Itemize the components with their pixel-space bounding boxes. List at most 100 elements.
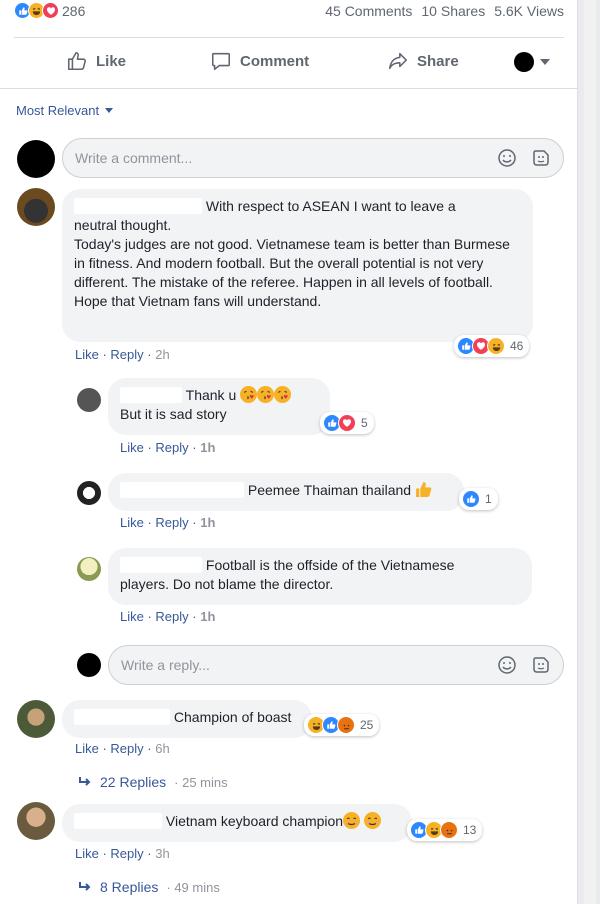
love-reaction-icon [338,414,356,432]
comment-actions: Like · Reply · 1h [120,609,216,624]
comments-count-link[interactable]: 45 Comments [325,3,412,19]
comment-input[interactable]: Write a comment... [62,138,564,178]
reply-placeholder: Write a reply... [121,657,210,673]
smile-emoji-icon [343,812,360,829]
scrollbar[interactable] [584,0,596,904]
sticker-icon[interactable] [531,148,551,168]
replies-time: 49 mins [174,879,220,895]
avatar [77,653,101,677]
timestamp[interactable]: 1h [200,515,215,530]
share-arrow-icon [388,52,408,70]
reply-link[interactable]: Reply [110,846,143,861]
kiss-emoji-icon [240,386,257,403]
sort-label: Most Relevant [16,103,100,118]
emoji-icon[interactable] [497,655,517,675]
post-stats: 286 45 Comments 10 Shares 5.6K Views [14,2,564,24]
commenter-name[interactable] [74,709,170,725]
comment-text: Vietnam keyboard champion [165,813,344,829]
comment-actions: Like · Reply · 1h [120,515,216,530]
timestamp[interactable]: 1h [200,440,215,455]
reply-link[interactable]: Reply [110,741,143,756]
comment-text: Thank u [185,387,237,403]
views-count: 5.6K Views [494,3,564,19]
replies-count: 8 Replies [100,879,159,895]
reaction-badge[interactable]: 1 [459,488,498,510]
divider [14,37,564,38]
avatar [17,140,55,178]
reaction-badge[interactable]: 46 [454,335,530,357]
chevron-down-icon [540,59,550,65]
avatar [77,388,101,412]
comment-bubble: Champion of boast [62,700,312,738]
commenter-name[interactable] [74,813,162,829]
haha-reaction-icon [487,337,505,355]
reaction-badge[interactable]: 13 [407,819,483,841]
comment-bubble: Vietnam keyboard champion [62,804,412,842]
reply-link[interactable]: Reply [155,609,188,624]
sort-dropdown[interactable]: Most Relevant [16,103,114,118]
view-replies-link[interactable]: 8 Replies · 49 mins [78,879,220,895]
reaction-badge[interactable]: 25 [304,714,380,736]
speech-bubble-icon [211,52,231,71]
reaction-count: 5 [361,416,368,430]
comment-text-continued: But it is sad story [120,406,227,422]
comment-text-continued: players. Do not blame the director. [120,576,334,592]
kiss-emoji-icon [274,386,291,403]
reply-link[interactable]: Reply [110,347,143,362]
view-replies-link[interactable]: 22 Replies · 25 mins [78,774,228,790]
share-label: Share [417,52,459,70]
commenter-name[interactable] [120,482,244,498]
shares-count-link[interactable]: 10 Shares [421,3,485,19]
like-link[interactable]: Like [120,440,144,455]
smile-emoji-icon [364,812,381,829]
thumbs-up-icon [67,51,86,71]
like-link[interactable]: Like [75,846,99,861]
comment-button[interactable]: Comment [210,50,309,72]
sticker-icon[interactable] [531,655,551,675]
post-card: 286 45 Comments 10 Shares 5.6K Views Lik… [0,0,578,904]
replies-count: 22 Replies [100,774,167,790]
share-button[interactable]: Share [387,50,459,72]
reply-link[interactable]: Reply [155,515,188,530]
chevron-down-icon [105,108,114,113]
emoji-icon[interactable] [497,148,517,168]
comment-bubble: Football is the offside of the Vietnames… [108,548,532,605]
like-button[interactable]: Like [66,50,126,72]
like-link[interactable]: Like [120,515,144,530]
avatar [77,481,101,505]
timestamp[interactable]: 2h [155,347,169,362]
reply-link[interactable]: Reply [155,440,188,455]
like-link[interactable]: Like [75,347,99,362]
reaction-summary[interactable]: 286 [14,2,85,19]
avatar [514,52,534,72]
comment-actions: Like · Reply · 2h [75,347,170,362]
reaction-count: 46 [510,339,524,353]
timestamp[interactable]: 3h [155,846,169,861]
thumbs-up-emoji-icon [415,481,432,498]
like-reaction-icon [462,490,480,508]
avatar [17,188,55,226]
like-link[interactable]: Like [75,741,99,756]
like-link[interactable]: Like [120,609,144,624]
divider [0,88,578,89]
comment-label: Comment [240,52,310,70]
reply-arrow-icon [79,777,91,786]
comment-actions: Like · Reply · 6h [75,741,170,756]
commenter-name[interactable] [120,557,202,573]
timestamp[interactable]: 1h [200,609,215,624]
comment-bubble: Thank u But it is sad story [108,378,330,435]
comment-text: Peemee Thaiman thailand [247,482,412,498]
avatar [17,700,55,738]
comment-text: With respect to ASEAN I want to leave a [205,198,456,214]
reaction-count: 286 [62,2,86,19]
comment-actions: Like · Reply · 1h [120,440,216,455]
reaction-badge[interactable]: 5 [320,412,374,434]
reply-input[interactable]: Write a reply... [108,645,564,685]
commenter-name[interactable] [74,198,202,214]
commenter-name[interactable] [120,387,182,403]
replies-time: 25 mins [182,774,228,790]
comment-placeholder: Write a comment... [75,150,193,166]
timestamp[interactable]: 6h [155,741,169,756]
audience-selector[interactable] [514,52,550,72]
comment-bubble: Peemee Thaiman thailand [108,473,464,511]
